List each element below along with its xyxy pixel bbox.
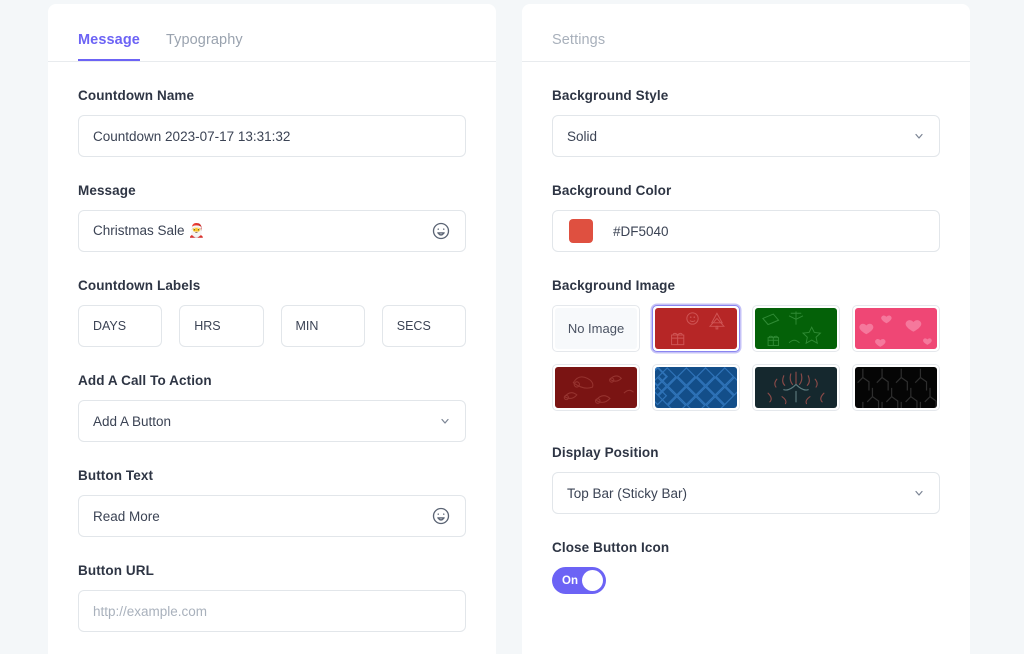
smiley-face-icon[interactable] (431, 506, 451, 526)
settings-tab-list: Settings (552, 32, 605, 62)
bg-thumb-christmas-green (755, 308, 837, 349)
close-button-icon-label: Close Button Icon (552, 540, 670, 555)
field-background-image: Background Image No Image (552, 278, 940, 411)
bg-option-no-image[interactable]: No Image (552, 305, 640, 352)
field-countdown-labels: Countdown Labels DAYS HRS MIN SECS (78, 278, 466, 347)
tab-message[interactable]: Message (78, 32, 140, 61)
call-to-action-value: Add A Button (93, 413, 172, 429)
bg-option-dark-floral[interactable] (752, 364, 840, 411)
tab-settings[interactable]: Settings (552, 32, 605, 62)
button-text-input[interactable]: Read More (78, 495, 466, 537)
field-background-color: Background Color #DF5040 (552, 183, 940, 252)
message-panel: Message Typography Countdown Name Countd… (48, 4, 496, 654)
message-value: Christmas Sale 🎅 (93, 223, 206, 238)
tab-list: Message Typography (78, 32, 243, 62)
background-color-input[interactable]: #DF5040 (552, 210, 940, 252)
message-label: Message (78, 183, 136, 198)
toggle-knob (582, 570, 603, 591)
close-button-icon-toggle[interactable]: On (552, 567, 606, 594)
settings-form: Background Style Solid Background Color … (522, 62, 970, 594)
countdown-labels-row: DAYS HRS MIN SECS (78, 305, 466, 347)
field-call-to-action: Add A Call To Action Add A Button (78, 373, 466, 442)
bg-option-santa-dark-red[interactable] (552, 364, 640, 411)
countdown-name-label: Countdown Name (78, 88, 195, 103)
right-panel-tabbar: Settings (522, 4, 970, 62)
bg-option-christmas-red[interactable] (652, 305, 740, 352)
button-url-input[interactable]: http://example.com (78, 590, 466, 632)
field-message: Message Christmas Sale 🎅 (78, 183, 466, 252)
bg-thumb-valentine-pink (855, 308, 937, 349)
button-url-placeholder: http://example.com (93, 603, 208, 619)
field-countdown-name: Countdown Name Countdown 2023-07-17 13:3… (78, 88, 466, 157)
background-style-select[interactable]: Solid (552, 115, 940, 157)
countdown-labels-label: Countdown Labels (78, 278, 201, 293)
bg-option-christmas-green[interactable] (752, 305, 840, 352)
tab-typography[interactable]: Typography (166, 32, 243, 62)
bg-thumb-christmas-red (655, 308, 737, 349)
background-image-grid: No Image (552, 305, 940, 411)
settings-panel: Settings Background Style Solid Backgrou… (522, 4, 970, 654)
display-position-select[interactable]: Top Bar (Sticky Bar) (552, 472, 940, 514)
countdown-name-value: Countdown 2023-07-17 13:31:32 (93, 128, 291, 144)
bg-option-black-geometric[interactable] (852, 364, 940, 411)
background-color-value: #DF5040 (613, 223, 669, 239)
countdown-name-input[interactable]: Countdown 2023-07-17 13:31:32 (78, 115, 466, 157)
background-style-label: Background Style (552, 88, 669, 103)
smiley-face-icon[interactable] (431, 221, 451, 241)
app-stage: Message Typography Countdown Name Countd… (0, 0, 1024, 654)
color-swatch[interactable] (569, 219, 593, 243)
field-display-position: Display Position Top Bar (Sticky Bar) (552, 445, 940, 514)
call-to-action-label: Add A Call To Action (78, 373, 212, 388)
background-color-label: Background Color (552, 183, 672, 198)
countdown-label-min-input[interactable]: MIN (280, 305, 365, 347)
button-text-value: Read More (93, 508, 160, 524)
call-to-action-select[interactable]: Add A Button (78, 400, 466, 442)
chevron-down-icon (439, 415, 451, 427)
button-text-label: Button Text (78, 468, 154, 483)
field-background-style: Background Style Solid (552, 88, 940, 157)
message-form: Countdown Name Countdown 2023-07-17 13:3… (48, 62, 496, 632)
background-image-label: Background Image (552, 278, 676, 293)
button-url-label: Button URL (78, 563, 154, 578)
bg-thumb-blue-diamond (655, 367, 737, 408)
bg-thumb-dark-floral (755, 367, 837, 408)
toggle-state-label: On (562, 574, 578, 587)
bg-thumb-black-geometric (855, 367, 937, 408)
bg-option-blue-diamond[interactable] (652, 364, 740, 411)
message-input[interactable]: Christmas Sale 🎅 (78, 210, 466, 252)
left-panel-tabbar: Message Typography (48, 4, 496, 62)
countdown-label-days-input[interactable]: DAYS (78, 305, 163, 347)
background-style-value: Solid (567, 128, 598, 144)
field-button-text: Button Text Read More (78, 468, 466, 537)
bg-thumb-santa-dark-red (555, 367, 637, 408)
countdown-label-hrs-input[interactable]: HRS (179, 305, 264, 347)
countdown-label-secs-input[interactable]: SECS (381, 305, 466, 347)
chevron-down-icon (913, 487, 925, 499)
field-button-url: Button URL http://example.com (78, 563, 466, 632)
display-position-label: Display Position (552, 445, 659, 460)
bg-thumb-no-image: No Image (555, 308, 637, 349)
bg-option-valentine-pink[interactable] (852, 305, 940, 352)
display-position-value: Top Bar (Sticky Bar) (567, 485, 688, 501)
chevron-down-icon (913, 130, 925, 142)
field-close-button-icon: Close Button Icon On (552, 540, 940, 594)
